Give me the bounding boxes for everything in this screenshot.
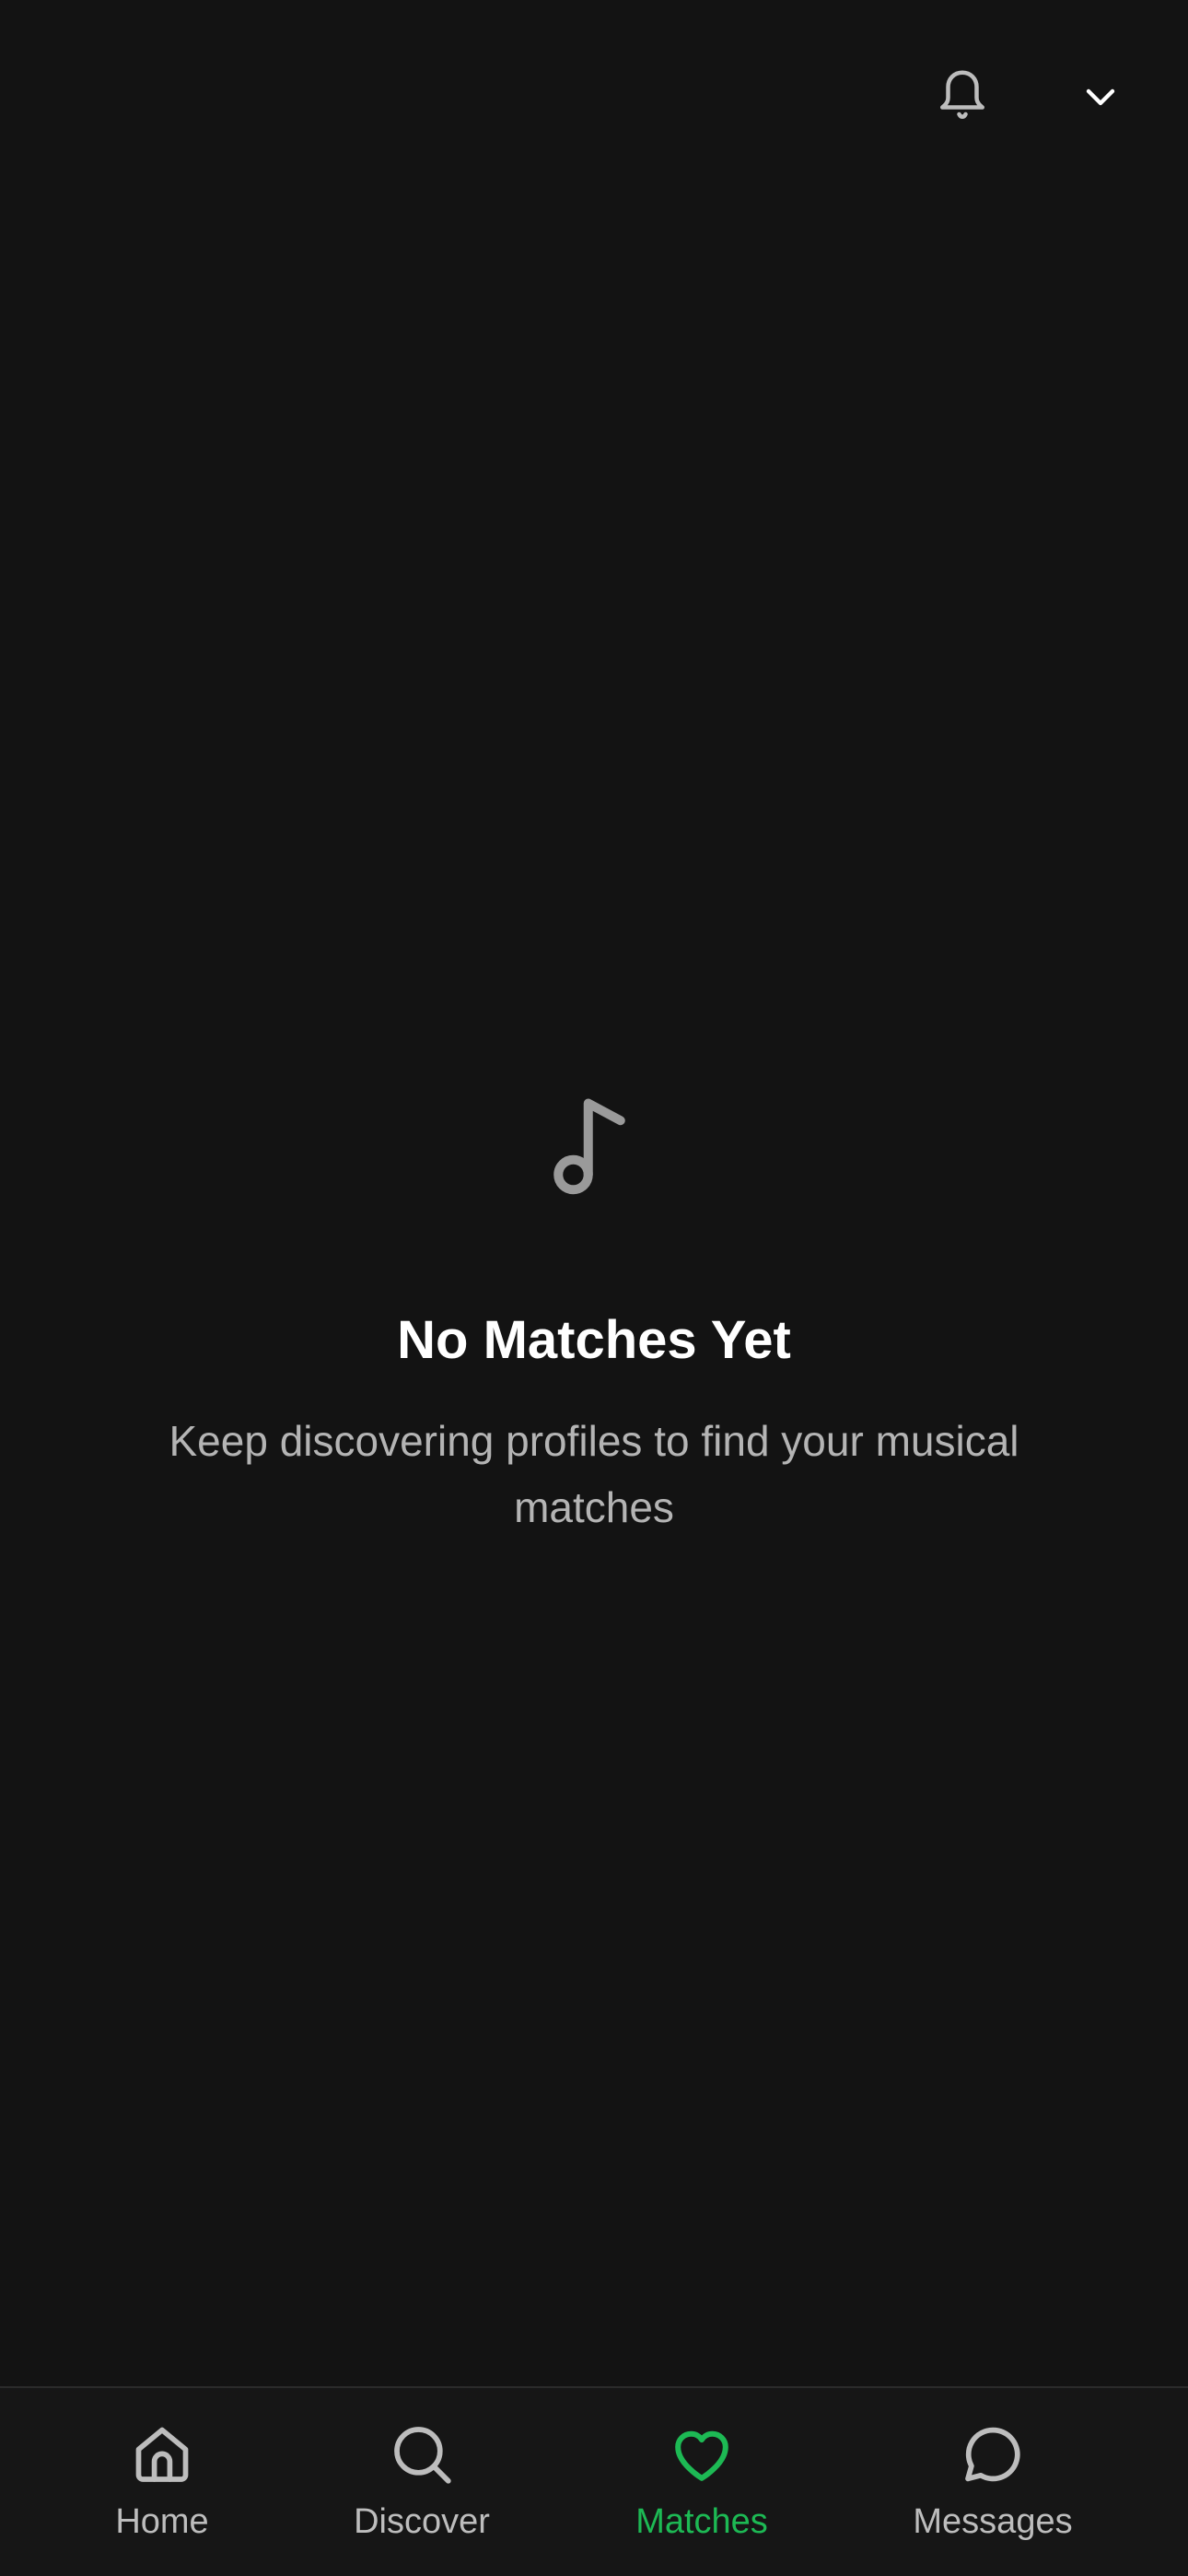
tab-matches-label: Matches <box>635 2502 768 2541</box>
bell-icon <box>940 70 984 119</box>
empty-state-title: No Matches Yet <box>397 1310 791 1370</box>
home-icon <box>135 2427 189 2482</box>
bottom-nav-bar: Home Discover Matches Messages <box>0 2386 1188 2576</box>
tab-discover[interactable]: Discover <box>311 2421 532 2550</box>
search-icon <box>394 2427 451 2484</box>
matches-screen: No Matches Yet Keep discovering profiles… <box>0 0 1188 2576</box>
heart-icon <box>675 2430 728 2481</box>
account-menu-button[interactable] <box>1059 55 1142 138</box>
tab-home-label: Home <box>115 2502 209 2541</box>
tab-messages-label: Messages <box>913 2502 1073 2541</box>
tab-matches[interactable]: Matches <box>591 2421 812 2550</box>
empty-state-subtitle: Keep discovering profiles to find your m… <box>169 1417 1019 1531</box>
top-bar <box>0 0 1188 184</box>
tab-messages[interactable]: Messages <box>882 2421 1103 2550</box>
tab-discover-label: Discover <box>354 2502 490 2541</box>
chevron-down-icon <box>1086 88 1115 106</box>
empty-state: No Matches Yet Keep discovering profiles… <box>0 1096 1188 1540</box>
notifications-button[interactable] <box>921 55 1004 138</box>
tab-home[interactable]: Home <box>52 2421 273 2550</box>
chat-bubble-icon <box>965 2427 1020 2482</box>
music-note-icon <box>553 1098 625 1195</box>
